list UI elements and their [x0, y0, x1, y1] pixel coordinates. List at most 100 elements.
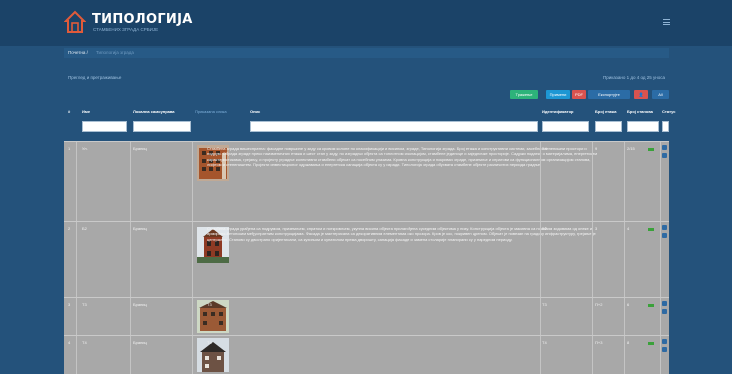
column-divider	[592, 222, 593, 298]
panel-header: Преглед и претраживање Приказано 1 до 4 …	[64, 72, 669, 84]
column-divider	[76, 336, 77, 374]
row-number: 2	[68, 226, 71, 231]
row-name[interactable]: Ул.	[82, 146, 88, 151]
column-divider	[592, 142, 593, 222]
view-icon[interactable]	[662, 153, 667, 158]
edit-icon[interactable]	[662, 339, 667, 344]
brand-title[interactable]: ТИПОЛОГИЈА	[92, 12, 193, 27]
row-municipality: Браниц	[133, 302, 147, 307]
column-divider	[660, 222, 661, 298]
column-divider	[76, 298, 77, 336]
row-municipality: Браниц	[133, 226, 147, 231]
col-header-units[interactable]: Број станова	[627, 107, 653, 117]
column-divider	[192, 298, 193, 336]
export-dropdown-button[interactable]: Експортујте	[588, 90, 630, 99]
row-floors: 9	[595, 146, 598, 151]
row-floors: П+3	[595, 340, 603, 345]
pdf-export-button[interactable]: PDF	[572, 90, 586, 99]
edit-icon[interactable]	[662, 225, 667, 230]
search-button[interactable]: Тражење	[510, 90, 538, 99]
building-photo[interactable]	[197, 338, 229, 372]
row-name[interactable]: Т4	[82, 340, 87, 345]
view-icon[interactable]	[662, 233, 667, 238]
row-name[interactable]: Б2	[82, 226, 87, 231]
filter-description-input[interactable]	[250, 121, 538, 132]
col-header-floors[interactable]: Број етажа	[595, 107, 616, 117]
row-municipality: Браниц	[133, 146, 147, 151]
panel-title: Преглед и претраживање	[68, 75, 122, 80]
breadcrumb: Почетна / Типологија зграда	[64, 48, 669, 58]
filter-municipality-input[interactable]	[133, 121, 191, 132]
row-units: 8	[627, 340, 630, 345]
column-divider	[660, 298, 661, 336]
column-divider	[660, 142, 661, 222]
column-divider	[540, 222, 541, 298]
column-divider	[130, 222, 131, 298]
house-logo-icon[interactable]	[64, 10, 86, 34]
row-actions	[662, 145, 669, 161]
column-divider	[624, 336, 625, 374]
row-description: Т4	[207, 340, 212, 345]
row-number: 1	[68, 146, 71, 151]
column-divider	[660, 336, 661, 374]
col-header-identifier[interactable]: Идентификатор	[542, 107, 573, 117]
col-header-municipality[interactable]: Локална самоуправа	[133, 107, 175, 117]
col-header-num[interactable]: #	[68, 107, 70, 117]
user-dropdown-button[interactable]: 👤	[634, 90, 648, 99]
column-divider	[624, 222, 625, 298]
row-description: Т3	[207, 302, 212, 307]
status-badge	[648, 304, 654, 307]
typology-table: # Име Локална самоуправа Приказана слика…	[64, 107, 675, 374]
row-number: 4	[68, 340, 71, 345]
col-header-status[interactable]: Статус	[662, 107, 675, 117]
breadcrumb-current: Типологија зграда	[96, 50, 134, 55]
column-divider	[592, 336, 593, 374]
row-actions	[662, 225, 669, 241]
status-badge	[648, 342, 654, 345]
brand-subtitle: СТАМБЕНИХ ЗГРАДА СРБИЈЕ	[93, 27, 159, 32]
column-divider	[540, 336, 541, 374]
column-divider	[76, 222, 77, 298]
row-number: 3	[68, 302, 71, 307]
column-divider	[130, 142, 131, 222]
column-divider	[192, 222, 193, 298]
column-divider	[192, 336, 193, 374]
filter-status-select[interactable]	[662, 121, 669, 132]
view-icon[interactable]	[662, 347, 667, 352]
edit-icon[interactable]	[662, 301, 667, 306]
col-header-name[interactable]: Име	[82, 107, 90, 117]
status-badge	[648, 228, 654, 231]
row-units: 6	[627, 302, 630, 307]
row-name[interactable]: Т3	[82, 302, 87, 307]
view-icon[interactable]	[662, 309, 667, 314]
col-header-description[interactable]: Опис	[250, 107, 260, 117]
table-row[interactable]: 1 Ул. Браниц Стамбена зграда вишеспратна…	[64, 141, 669, 222]
edit-icon[interactable]	[662, 145, 667, 150]
filter-name-input[interactable]	[82, 121, 127, 132]
row-identifier: Т4	[542, 340, 547, 345]
columns-toggle-button[interactable]: All	[652, 90, 669, 99]
breadcrumb-home[interactable]: Почетна /	[68, 50, 88, 55]
table-row[interactable]: 2 Б2 Браниц Стамбена зграда урађена са п…	[64, 221, 669, 298]
filter-identifier-input[interactable]	[542, 121, 589, 132]
column-divider	[76, 142, 77, 222]
menu-icon[interactable]	[663, 19, 670, 25]
column-divider	[130, 336, 131, 374]
row-floors: 3	[595, 226, 598, 231]
row-identifier: Т3	[542, 302, 547, 307]
row-identifier: Б2	[542, 226, 547, 231]
row-units: 4	[627, 226, 630, 231]
apply-filter-button[interactable]: Примени	[546, 90, 570, 99]
filter-units-input[interactable]	[627, 121, 659, 132]
column-divider	[192, 142, 193, 222]
column-divider	[624, 142, 625, 222]
top-navigation-bar: ТИПОЛОГИЈА СТАМБЕНИХ ЗГРАДА СРБИЈЕ	[0, 0, 732, 46]
row-identifier: Б4	[542, 146, 547, 151]
building-photo[interactable]	[197, 300, 229, 333]
table-row[interactable]: 3 Т3 Браниц Т3 Т3 П+2 6	[64, 297, 669, 336]
column-divider	[540, 142, 541, 222]
filter-floors-input[interactable]	[595, 121, 622, 132]
pagination-info: Приказано 1 до 4 од 25 уноса	[603, 75, 665, 80]
column-divider	[624, 298, 625, 336]
table-row[interactable]: 4 Т4 Браниц Т4 Т4 П+3 8	[64, 335, 669, 374]
